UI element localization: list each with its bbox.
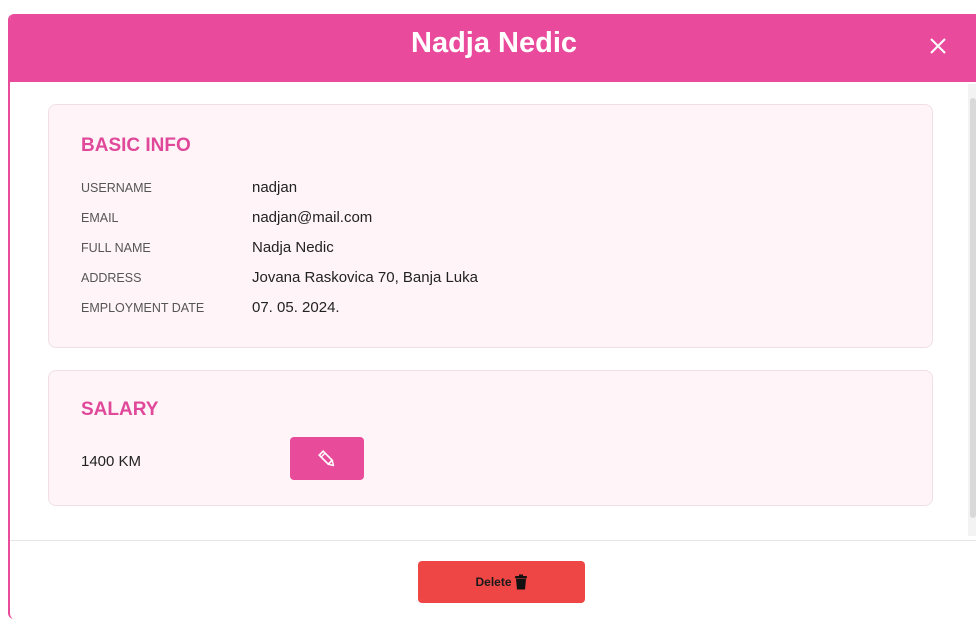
email-value: nadjan@mail.com	[252, 209, 373, 226]
username-label: USERNAME	[81, 181, 152, 195]
modal-header: Nadja Nedic	[10, 14, 976, 82]
employment-date-label: EMPLOYMENT DATE	[81, 301, 205, 315]
basic-info-card: BASIC INFO USERNAME nadjan EMAIL nadjan@…	[48, 104, 933, 348]
info-row-employment-date: EMPLOYMENT DATE 07. 05. 2024.	[81, 299, 901, 319]
info-row-email: EMAIL nadjan@mail.com	[81, 209, 901, 229]
edit-salary-button[interactable]	[290, 437, 364, 480]
delete-button[interactable]: Delete	[418, 561, 585, 603]
full-name-value: Nadja Nedic	[252, 239, 334, 256]
modal-body: BASIC INFO USERNAME nadjan EMAIL nadjan@…	[10, 82, 976, 540]
employee-modal: Nadja Nedic BASIC INFO USERNAME nadjan E…	[8, 14, 976, 619]
trash-icon	[514, 574, 528, 590]
email-label: EMAIL	[81, 211, 119, 225]
close-icon	[930, 38, 946, 54]
salary-value: 1400 KM	[81, 453, 142, 470]
info-row-username: USERNAME nadjan	[81, 179, 901, 199]
close-button[interactable]	[926, 34, 950, 58]
footer-divider	[10, 540, 976, 541]
employment-date-value: 07. 05. 2024.	[252, 299, 340, 316]
pencil-icon	[318, 449, 335, 466]
delete-label: Delete	[475, 575, 512, 589]
scrollbar-thumb[interactable]	[970, 98, 976, 518]
salary-card: SALARY 1400 KM	[48, 370, 933, 506]
address-label: ADDRESS	[81, 271, 142, 285]
info-row-address: ADDRESS Jovana Raskovica 70, Banja Luka	[81, 269, 901, 289]
username-value: nadjan	[252, 179, 298, 196]
address-value: Jovana Raskovica 70, Banja Luka	[252, 269, 478, 286]
salary-title: SALARY	[81, 399, 159, 420]
basic-info-title: BASIC INFO	[81, 135, 191, 156]
info-row-full-name: FULL NAME Nadja Nedic	[81, 239, 901, 259]
full-name-label: FULL NAME	[81, 241, 151, 255]
modal-title: Nadja Nedic	[411, 27, 577, 59]
scrollbar[interactable]	[968, 84, 976, 536]
